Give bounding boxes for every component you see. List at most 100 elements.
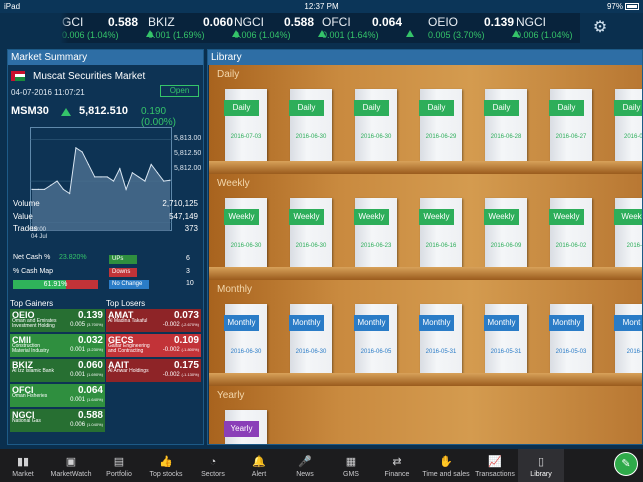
report-book[interactable]: Daily 2016-06-30: [289, 89, 332, 164]
ticker-item[interactable]: OFCI 0.064 0.001 (1.64%): [322, 13, 414, 43]
shelf-yearly: Yearly Yearly: [209, 386, 642, 444]
index-point: [144, 180, 146, 182]
mover-name: Al Madina Takaful: [108, 318, 148, 324]
tab-top-stocks[interactable]: 👍 Top stocks: [142, 449, 190, 482]
tab-news[interactable]: 🎤 News: [282, 449, 328, 482]
ticker-symbol: NGCI: [516, 15, 546, 29]
market-status-badge: Open: [160, 85, 199, 97]
loser-row[interactable]: GECS Galfar Engineering and Contracting 0.…: [106, 334, 201, 357]
tab-alert[interactable]: 🔔 Alert: [236, 449, 282, 482]
index-point: [81, 151, 83, 153]
gainer-row[interactable]: BKIZ Al Izz Islamic Bank 0.060 0.001 (1.690…: [10, 359, 105, 382]
up-arrow-icon: [406, 30, 414, 37]
index-point: [138, 176, 140, 178]
gainer-row[interactable]: OEIO Oman and Emirates Investment Holding…: [10, 309, 105, 332]
index-point: [112, 180, 115, 182]
library-title: Library: [208, 50, 642, 65]
ticker-change: 0.006 (1.04%): [62, 30, 119, 40]
report-book[interactable]: Daily 2016-06-29: [419, 89, 462, 164]
gainer-row[interactable]: OFCI Oman Fisheries 0.064 0.001 (1.640%): [10, 384, 105, 407]
report-book[interactable]: Weekly 2016-06-23: [354, 198, 397, 273]
report-book[interactable]: Daily 2016-06-28: [484, 89, 527, 164]
edit-pencil-icon[interactable]: ✎: [614, 452, 638, 476]
ups-tag: UPs: [109, 255, 137, 264]
index-point: [69, 192, 71, 195]
x-tick-date: 04 Jul: [31, 234, 48, 240]
ticker-item[interactable]: GCI 0.588 0.006 (1.04%): [62, 13, 154, 43]
shelf-weekly: Weekly Weekly 2016-06-30 Weekly 2016-06-30 We…: [209, 174, 642, 280]
mover-change: -0.002 (-2.670%): [162, 322, 199, 328]
mover-pct: (-1.800%): [181, 347, 199, 352]
nochange-count: 10: [186, 280, 194, 287]
ticker-symbol: OEIO: [428, 15, 459, 29]
report-book[interactable]: Weekly 2016-06-30: [224, 198, 267, 273]
clock: 12:37 PM: [304, 2, 339, 11]
report-book[interactable]: Monthly 2016-05-31: [419, 304, 462, 379]
book-label: Monthly: [224, 315, 259, 331]
ticker-item[interactable]: OEIO 0.139 0.005 (3.70%): [428, 13, 520, 43]
index-point: [50, 184, 52, 186]
gainer-row[interactable]: NGCI National Gas 0.588 0.006 (1.040%): [10, 409, 105, 432]
report-book[interactable]: Monthly 2016-06-30: [289, 304, 332, 379]
downs-tag: Downs: [109, 268, 137, 277]
market-name: Muscat Securities Market: [33, 71, 146, 82]
book-label: Week: [614, 209, 642, 225]
tab-marketwatch[interactable]: ▣ MarketWatch: [46, 449, 96, 482]
report-book[interactable]: Daily 2016-06-30: [354, 89, 397, 164]
y-tick-label: 5,812.00: [174, 165, 202, 172]
top-losers-title: Top Losers: [106, 299, 146, 308]
report-book[interactable]: Monthly 2016-06-05: [354, 304, 397, 379]
ticker-item[interactable]: BKIZ 0.060 0.001 (1.69%): [148, 13, 240, 43]
mover-pct: (1.690%): [86, 372, 103, 377]
report-book[interactable]: Monthly 2016-05-31: [484, 304, 527, 379]
report-book[interactable]: Weekly 2016-06-30: [289, 198, 332, 273]
book-date: 2016-06-: [623, 134, 643, 140]
report-book[interactable]: Daily 2016-07-03: [224, 89, 267, 164]
tab-label: Finance: [384, 471, 410, 478]
tab-sectors[interactable]: ◔ Sectors: [190, 449, 236, 482]
report-book[interactable]: Weekly 2016-06-09: [484, 198, 527, 273]
tab-gms[interactable]: ▦ GMS: [328, 449, 374, 482]
ticker-strip[interactable]: GCI 0.588 0.006 (1.04%) BKIZ 0.060 0.001 (1.6…: [60, 13, 580, 43]
book-label: Daily: [289, 100, 324, 116]
loser-row[interactable]: AMAT Al Madina Takaful 0.073 -0.002 (-2.670…: [106, 309, 201, 332]
report-book[interactable]: Mont 2016-0: [614, 304, 642, 379]
handshake-icon: ✋: [439, 456, 453, 468]
tab-portfolio[interactable]: ▤ Portfolio: [96, 449, 142, 482]
report-book[interactable]: Monthly 2016-05-03: [549, 304, 592, 379]
report-book[interactable]: Monthly 2016-06-30: [224, 304, 267, 379]
tab-finance[interactable]: ⇄ Finance: [374, 449, 420, 482]
ticker-item[interactable]: NGCI 0.588 0.006 (1.04%): [234, 13, 326, 43]
tab-library[interactable]: ▯ Library: [518, 449, 564, 482]
tab-transactions[interactable]: 📈 Transactions: [472, 449, 518, 482]
ticker-item[interactable]: NGCI 0.006 (1.04%): [516, 13, 580, 43]
tab-market[interactable]: ▮▮ Market: [0, 449, 46, 482]
gainer-row[interactable]: CMII Construction Material Industry 0.032 0…: [10, 334, 105, 357]
loser-row[interactable]: AAIT Al Anwar Holdings 0.175 -0.002 (-1.130…: [106, 359, 201, 382]
ticker-symbol: BKIZ: [148, 15, 175, 29]
nochange-tag: No Change: [109, 280, 149, 289]
settings-gear-icon[interactable]: ⚙: [582, 13, 618, 43]
status-bar: iPad 12:37 PM 97%: [0, 0, 643, 13]
ups-count: 6: [186, 255, 190, 262]
index-change: 0.190 (0.00%): [141, 106, 177, 128]
report-book[interactable]: Daily 2016-06-: [614, 89, 643, 164]
report-book[interactable]: Week 2016-0: [614, 198, 642, 273]
report-book[interactable]: Weekly 2016-06-02: [549, 198, 592, 273]
ticker-symbol: NGCI: [234, 15, 264, 29]
index-point: [119, 168, 121, 170]
mover-change: 0.001 (1.640%): [70, 397, 103, 403]
book-date: 2016-06-30: [230, 349, 262, 355]
book-date: 2016-06-05: [360, 349, 392, 355]
microphone-icon: 🎤: [298, 456, 312, 468]
market-selector[interactable]: Muscat Securities Market: [11, 71, 201, 85]
report-book[interactable]: Daily 2016-06-27: [549, 89, 592, 164]
index-point: [94, 176, 96, 178]
tab-time-and-sales[interactable]: ✋ Time and sales: [420, 449, 472, 482]
book-date: 2016-07-03: [230, 134, 262, 140]
report-book[interactable]: Yearly: [224, 410, 267, 444]
report-book[interactable]: Weekly 2016-06-16: [419, 198, 462, 273]
book-date: 2016-06-09: [490, 243, 522, 249]
net-cash-value: 23.820%: [59, 254, 87, 261]
net-cash-row: Net Cash % 23.820%: [13, 254, 87, 261]
